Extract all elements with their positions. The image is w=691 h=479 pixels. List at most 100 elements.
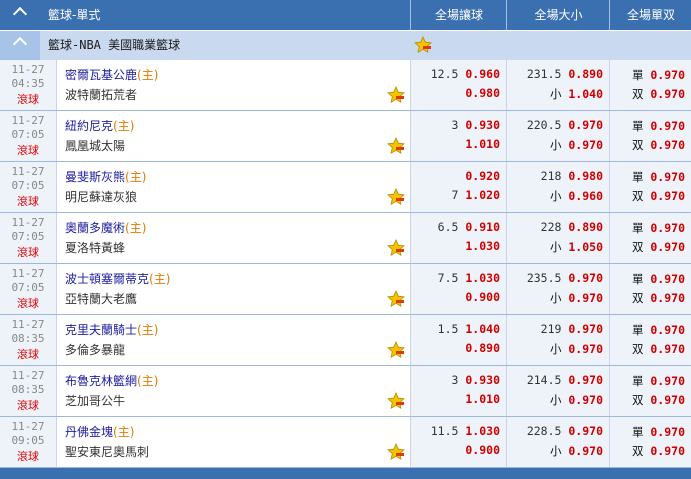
handicap-bottom[interactable]: 1.010 [458,392,500,406]
away-team[interactable]: 鳳凰城太陽 [65,137,125,154]
live-badge: 滾球 [17,144,39,157]
total-over[interactable]: 228.5 0.970 [527,424,603,438]
away-team[interactable]: 明尼蘇達灰狼 [65,188,137,205]
total-under-odds: 1.050 [568,240,603,254]
home-team[interactable]: 布魯克林籃網(主) [65,372,158,389]
total-under[interactable]: 小 0.970 [550,392,603,408]
favorite-star-icon[interactable] [387,392,405,413]
home-team[interactable]: 丹佛金塊(主) [65,423,134,440]
total-under[interactable]: 小 0.970 [550,290,603,306]
odd-odds: 0.970 [650,374,685,388]
total-under[interactable]: 小 0.960 [550,188,603,204]
even-option[interactable]: 双 0.970 [632,188,685,204]
total-over[interactable]: 218 0.980 [541,169,603,183]
odd-option[interactable]: 單 0.970 [632,118,685,134]
odd-option[interactable]: 單 0.970 [632,322,685,338]
league-collapse-toggle[interactable] [0,31,40,60]
odd-option[interactable]: 單 0.970 [632,373,685,389]
away-team[interactable]: 亞特蘭大老鷹 [65,290,137,307]
away-team[interactable]: 波特蘭拓荒者 [65,86,137,103]
league-name: 籃球-NBA 美國職業籃球 [48,38,181,52]
handicap-cell: 0.920 7 1.020 [411,162,507,212]
away-team[interactable]: 聖安東尼奧馬刺 [65,443,149,460]
total-over-odds: 0.970 [568,373,603,387]
odd-option[interactable]: 單 0.970 [632,220,685,236]
match-teams: 曼斐斯灰熊(主) 明尼蘇達灰狼 [57,162,411,212]
handicap-bottom[interactable]: 1.030 [458,239,500,253]
favorite-star-icon[interactable] [387,443,405,464]
handicap-top[interactable]: 7.5 1.030 [438,271,500,285]
favorite-star-icon[interactable] [387,137,405,158]
total-cell: 228.5 0.970 小 0.970 [507,417,610,467]
handicap-top[interactable]: 1.5 1.040 [438,322,500,336]
total-cell: 218 0.980 小 0.960 [507,162,610,212]
even-option[interactable]: 双 0.970 [632,392,685,408]
total-over[interactable]: 219 0.970 [541,322,603,336]
handicap-top[interactable]: 3 0.930 [452,118,501,132]
even-option[interactable]: 双 0.970 [632,239,685,255]
handicap-bottom[interactable]: 0.980 [458,86,500,100]
favorite-star-icon[interactable] [387,239,405,260]
total-over[interactable]: 235.5 0.970 [527,271,603,285]
total-under[interactable]: 小 0.970 [550,443,603,459]
away-team[interactable]: 夏洛特黃蜂 [65,239,125,256]
handicap-bottom[interactable]: 0.900 [458,443,500,457]
home-team[interactable]: 奧蘭多魔術(主) [65,219,146,236]
oddeven-cell: 單 0.970 双 0.970 [610,111,691,161]
home-team[interactable]: 紐約尼克(主) [65,117,134,134]
handicap-odds-top: 0.930 [465,373,500,387]
handicap-bottom[interactable]: 0.890 [458,341,500,355]
total-under[interactable]: 小 0.970 [550,137,603,153]
chevron-up-icon [12,36,28,52]
total-under[interactable]: 小 1.050 [550,239,603,255]
total-over[interactable]: 220.5 0.970 [527,118,603,132]
even-option[interactable]: 双 0.970 [632,290,685,306]
favorite-star-icon[interactable] [387,341,405,362]
match-clock: 07:05 [11,281,45,294]
odd-option[interactable]: 單 0.970 [632,424,685,440]
handicap-line-top: 1.5 [437,322,459,336]
match-time: 11-27 08:35 滾球 [0,366,57,416]
total-under[interactable]: 小 0.970 [550,341,603,357]
away-team[interactable]: 芝加哥公牛 [65,392,125,409]
handicap-top[interactable]: 0.920 [458,169,500,183]
total-under[interactable]: 小 1.040 [550,86,603,102]
even-option[interactable]: 双 0.970 [632,86,685,102]
home-team-name: 丹佛金塊 [65,425,114,439]
favorite-star-icon[interactable] [387,290,405,311]
even-option[interactable]: 双 0.970 [632,443,685,459]
odd-odds: 0.970 [650,425,685,439]
total-over[interactable]: 228 0.890 [541,220,603,234]
favorite-star-icon[interactable] [387,188,405,209]
handicap-top[interactable]: 3 0.930 [452,373,501,387]
total-over[interactable]: 231.5 0.890 [527,67,603,81]
home-team[interactable]: 曼斐斯灰熊(主) [65,168,146,185]
home-team[interactable]: 密爾瓦基公鹿(主) [65,66,158,83]
match-clock: 07:05 [11,230,45,243]
handicap-bottom[interactable]: 7 1.020 [452,188,501,202]
odd-option[interactable]: 單 0.970 [632,67,685,83]
handicap-bottom[interactable]: 0.900 [458,290,500,304]
match-row: 11-27 07:05 滾球 曼斐斯灰熊(主) 明尼蘇達灰狼 0.920 7 1… [0,162,691,213]
match-date: 11-27 [11,420,45,433]
league-favorite-star-icon[interactable] [414,36,432,57]
even-option[interactable]: 双 0.970 [632,137,685,153]
collapse-all-toggle[interactable] [0,0,40,30]
handicap-top[interactable]: 6.5 0.910 [438,220,500,234]
even-option[interactable]: 双 0.970 [632,341,685,357]
total-over[interactable]: 214.5 0.970 [527,373,603,387]
match-row: 11-27 08:35 滾球 布魯克林籃網(主) 芝加哥公牛 3 0.930 1… [0,366,691,417]
even-label: 双 [631,189,644,203]
oddeven-cell: 單 0.970 双 0.970 [610,417,691,467]
favorite-star-icon[interactable] [387,86,405,107]
odd-option[interactable]: 單 0.970 [632,271,685,287]
away-team[interactable]: 多倫多暴龍 [65,341,125,358]
handicap-bottom[interactable]: 1.010 [458,137,500,151]
handicap-top[interactable]: 12.5 0.960 [431,67,500,81]
handicap-top[interactable]: 11.5 1.030 [431,424,500,438]
odd-option[interactable]: 單 0.970 [632,169,685,185]
match-row: 11-27 08:35 滾球 克里夫蘭騎士(主) 多倫多暴龍 1.5 1.040… [0,315,691,366]
home-team[interactable]: 波士頓塞爾蒂克(主) [65,270,170,287]
home-team[interactable]: 克里夫蘭騎士(主) [65,321,158,338]
total-line: 228.5 [526,424,562,438]
